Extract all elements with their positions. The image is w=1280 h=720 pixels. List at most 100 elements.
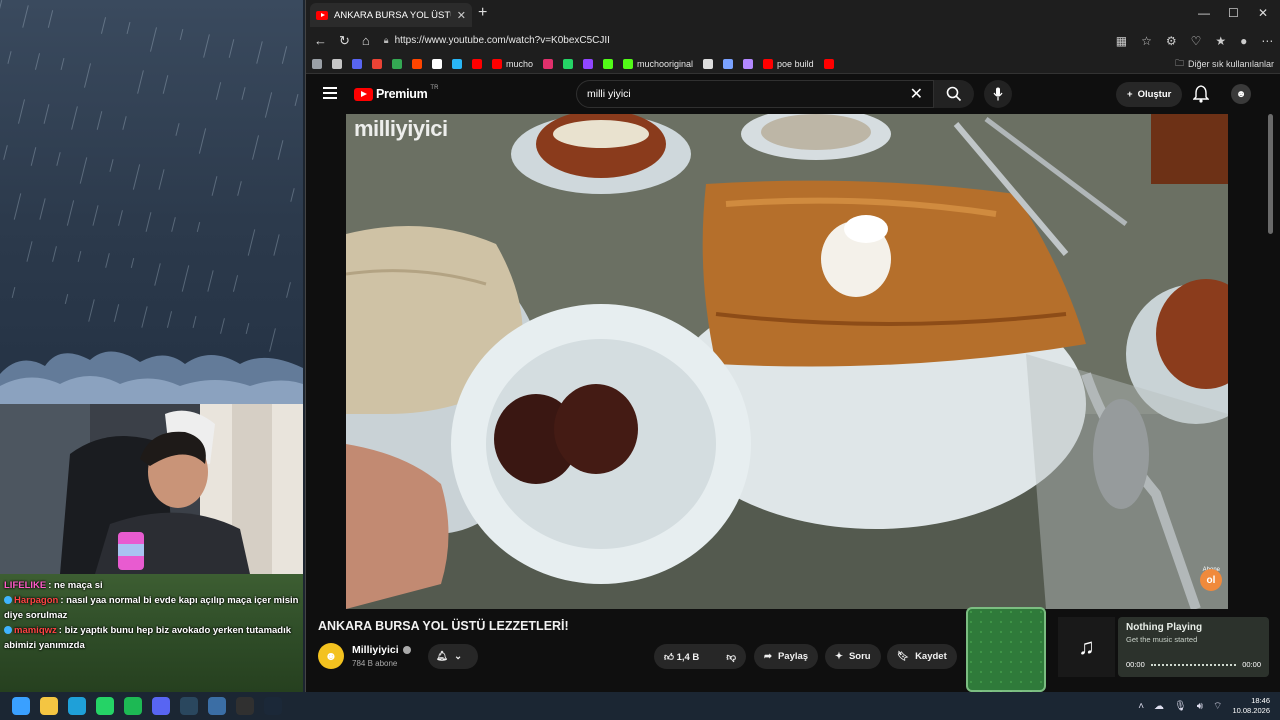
bookmark-item[interactable] [603, 58, 614, 69]
split-screen-icon[interactable]: ▦ [1116, 34, 1127, 48]
clear-search-icon[interactable]: ✕ [910, 84, 923, 104]
other-bookmarks-folder[interactable]: 🗀 Diğer sık kullanılanlar [1175, 56, 1274, 72]
bookmark-item[interactable]: poe build [763, 58, 814, 69]
bookmark-favicon-icon [392, 58, 402, 69]
bookmark-item[interactable] [703, 58, 714, 69]
ask-button[interactable]: ✦ Soru [825, 644, 881, 669]
clock[interactable]: 18:46 10.08.2026 [1232, 696, 1270, 716]
spotify-icon[interactable] [124, 697, 142, 715]
chat-username[interactable]: mamiqwz [14, 625, 57, 636]
whatsapp-icon[interactable] [96, 697, 114, 715]
bookmark-item[interactable] [723, 58, 734, 69]
rain-streak [158, 169, 165, 190]
favorite-star-icon[interactable]: ☆ [1141, 34, 1152, 48]
minimize-button[interactable]: — [1198, 6, 1210, 20]
notification-bell-button[interactable]: 🔔︎ ⌄ [428, 644, 478, 669]
music-progress-track [1150, 663, 1237, 666]
windows-start-icon[interactable] [12, 697, 30, 715]
network-icon[interactable]: ☁ [1154, 701, 1164, 712]
share-button[interactable]: ➦ Paylaş [754, 644, 819, 669]
thumbs-down-icon[interactable]: 👎︎ [726, 651, 736, 663]
bookmark-item[interactable] [583, 58, 594, 69]
wifi-icon[interactable]: ⌔ [1213, 700, 1222, 713]
speaker-icon[interactable]: 🔊︎ [1197, 701, 1203, 712]
subscribe-badge[interactable]: ol [1200, 569, 1222, 591]
bookmark-item[interactable]: mucho [492, 58, 533, 69]
url-field[interactable]: 🔒︎ https://www.youtube.com/watch?v=K0bex… [384, 35, 1104, 46]
discord-icon[interactable] [152, 697, 170, 715]
rain-background [0, 0, 303, 404]
address-bar: ← ↻ ⌂ 🔒︎ https://www.youtube.com/watch?v… [306, 27, 1280, 54]
rain-streak [96, 111, 103, 130]
hamburger-menu-icon[interactable] [323, 87, 337, 99]
video-player[interactable]: milliyiyici Abone ol [346, 114, 1228, 609]
voice-search-button[interactable] [984, 80, 1012, 108]
bookmark-item[interactable] [432, 58, 442, 69]
bookmark-favicon-icon [723, 58, 734, 69]
home-icon[interactable]: ⌂ [362, 33, 370, 48]
bookmark-item[interactable] [823, 58, 834, 69]
bookmark-item[interactable] [743, 58, 754, 69]
bookmark-item[interactable] [392, 58, 402, 69]
search-button[interactable] [934, 80, 974, 108]
new-tab-button[interactable]: + [478, 4, 487, 22]
more-menu-icon[interactable]: ⋯ [1261, 34, 1273, 48]
bookmark-item[interactable] [312, 58, 322, 69]
bookmark-item[interactable] [332, 58, 342, 69]
browser-window: ANKARA BURSA YOL ÜSTÜ LEZZETLERİ! ✕ + — … [305, 0, 1280, 692]
bookmark-item[interactable] [412, 58, 422, 69]
favorites-icon[interactable]: ★ [1215, 34, 1226, 48]
rain-streak [237, 181, 242, 196]
edge-icon[interactable] [68, 697, 86, 715]
bookmark-item[interactable] [352, 58, 362, 69]
bookmark-item[interactable] [452, 58, 462, 69]
bookmark-favicon-icon [703, 58, 714, 69]
bookmark-item[interactable] [372, 58, 382, 69]
close-tab-icon[interactable]: ✕ [457, 9, 466, 22]
youtube-premium-logo[interactable]: Premium TR [354, 85, 438, 101]
file-explorer-icon[interactable] [40, 697, 58, 715]
extensions-icon[interactable]: ⚙ [1166, 34, 1177, 48]
logo-text: Premium [376, 87, 428, 101]
chat-username[interactable]: Harpagon [14, 595, 58, 606]
maximize-button[interactable]: ☐ [1228, 6, 1239, 20]
create-button[interactable]: + Oluştur [1116, 82, 1183, 107]
windows-taskbar: ˄ ☁ 🎙︎ 🔊︎ ⌔ 18:46 10.08.2026 [0, 692, 1280, 720]
back-icon[interactable]: ← [314, 33, 327, 48]
bookmark-favicon-icon [412, 58, 422, 69]
save-button[interactable]: 🔖︎ Kaydet [887, 644, 957, 669]
rain-streak [196, 222, 201, 232]
browser-essentials-icon[interactable]: ♡ [1191, 34, 1202, 48]
bookmark-item[interactable]: muchooriginal [623, 58, 693, 69]
notifications-bell-icon[interactable] [1193, 85, 1209, 103]
app-icon[interactable] [208, 697, 226, 715]
like-button[interactable]: 👍︎ 1,4 B [664, 651, 699, 663]
bookmark-favicon-icon [823, 58, 834, 69]
bookmark-item[interactable] [472, 58, 482, 69]
rain-streak [132, 164, 141, 190]
chevron-up-icon[interactable]: ˄ [1138, 701, 1144, 712]
chat-username[interactable]: LIFELIKE [4, 580, 46, 591]
bookmark-item[interactable] [543, 58, 554, 69]
rain-streak [39, 198, 46, 220]
channel-name[interactable]: Milliyiyici [352, 644, 411, 656]
page-scrollbar[interactable] [1268, 114, 1273, 234]
clock-time: 18:46 [1251, 696, 1270, 705]
obs-icon[interactable] [236, 697, 254, 715]
search-input[interactable]: milli yiyici ✕ [576, 80, 934, 108]
close-window-button[interactable]: ✕ [1258, 6, 1268, 20]
microphone-tray-icon[interactable]: 🎙︎ [1174, 701, 1187, 712]
rain-streak [92, 205, 99, 226]
bookmark-item[interactable] [563, 58, 574, 69]
account-avatar[interactable]: ☻ [1231, 84, 1251, 104]
lock-icon: 🔒︎ [383, 35, 389, 45]
steam-icon-2[interactable] [264, 697, 282, 715]
tab-youtube[interactable]: ANKARA BURSA YOL ÜSTÜ LEZZETLERİ! ✕ [310, 3, 472, 27]
folder-icon: 🗀 [1174, 57, 1184, 68]
rain-streak [11, 287, 16, 298]
steam-icon[interactable] [180, 697, 198, 715]
refresh-icon[interactable]: ↻ [339, 33, 350, 49]
music-time-end: 00:00 [1242, 660, 1261, 669]
channel-avatar[interactable]: ☻ [318, 643, 344, 669]
profile-icon[interactable]: ● [1240, 34, 1247, 48]
